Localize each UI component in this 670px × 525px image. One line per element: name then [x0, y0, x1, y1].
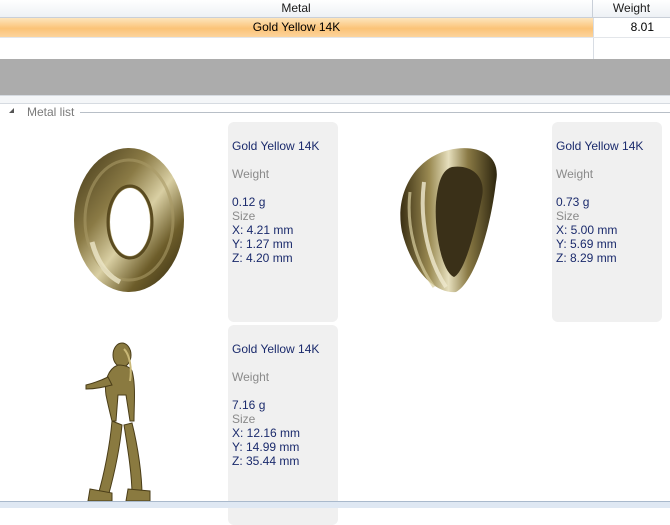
metal-name: Gold Yellow 14K: [556, 139, 644, 153]
metal-card-info: Gold Yellow 14K Weight 0.73 g Size X: 5.…: [552, 122, 662, 322]
metal-card-info: Gold Yellow 14K Weight 7.16 g Size X: 12…: [228, 325, 338, 525]
metal-cell[interactable]: Gold Yellow 14K: [0, 18, 593, 37]
ring-donut-icon: [0, 122, 228, 322]
metal-card[interactable]: Gold Yellow 14K Weight 7.16 g Size X: 12…: [0, 325, 338, 525]
weight-cell[interactable]: 8.01: [593, 18, 670, 37]
bail-loop-icon: [324, 122, 552, 322]
metal-name: Gold Yellow 14K: [232, 342, 320, 356]
size-x: X: 12.16 mm: [232, 426, 301, 440]
weight-label: Weight: [556, 167, 594, 181]
table-row[interactable]: Gold Yellow 14K 8.01: [0, 18, 670, 37]
size-y: Y: 1.27 mm: [232, 237, 293, 251]
weight-label: Weight: [232, 370, 270, 384]
metal-list-group-header[interactable]: Metal list: [0, 104, 670, 122]
group-divider: [80, 112, 670, 113]
size-y: Y: 5.69 mm: [556, 237, 617, 251]
size-z: Z: 8.29 mm: [556, 251, 617, 265]
metal-card[interactable]: Gold Yellow 14K Weight 0.73 g Size X: 5.…: [324, 122, 662, 322]
weight-value: 7.16 g: [232, 398, 266, 412]
size-x: X: 4.21 mm: [232, 223, 294, 237]
column-header-metal[interactable]: Metal: [0, 0, 593, 17]
size-y: Y: 14.99 mm: [232, 440, 300, 454]
size-x: X: 5.00 mm: [556, 223, 618, 237]
size-label: Size: [556, 209, 580, 223]
figurine-icon: [0, 325, 228, 525]
column-header-weight[interactable]: Weight: [593, 0, 670, 17]
size-z: Z: 4.20 mm: [232, 251, 293, 265]
weight-value: 0.73 g: [556, 195, 590, 209]
empty-row[interactable]: [0, 37, 670, 59]
metal-name: Gold Yellow 14K: [232, 139, 320, 153]
grid-empty-area: [0, 59, 670, 95]
weight-label: Weight: [232, 167, 270, 181]
weight-value: 0.12 g: [232, 195, 266, 209]
group-label: Metal list: [27, 105, 75, 119]
size-label: Size: [232, 412, 256, 426]
splitter[interactable]: [0, 95, 670, 104]
metal-card-info: Gold Yellow 14K Weight 0.12 g Size X: 4.…: [228, 122, 338, 322]
grid-header: Metal Weight: [0, 0, 670, 18]
size-z: Z: 35.44 mm: [232, 454, 300, 468]
size-label: Size: [232, 209, 256, 223]
collapse-triangle-icon[interactable]: [9, 108, 14, 113]
metal-card[interactable]: Gold Yellow 14K Weight 0.12 g Size X: 4.…: [0, 122, 338, 322]
